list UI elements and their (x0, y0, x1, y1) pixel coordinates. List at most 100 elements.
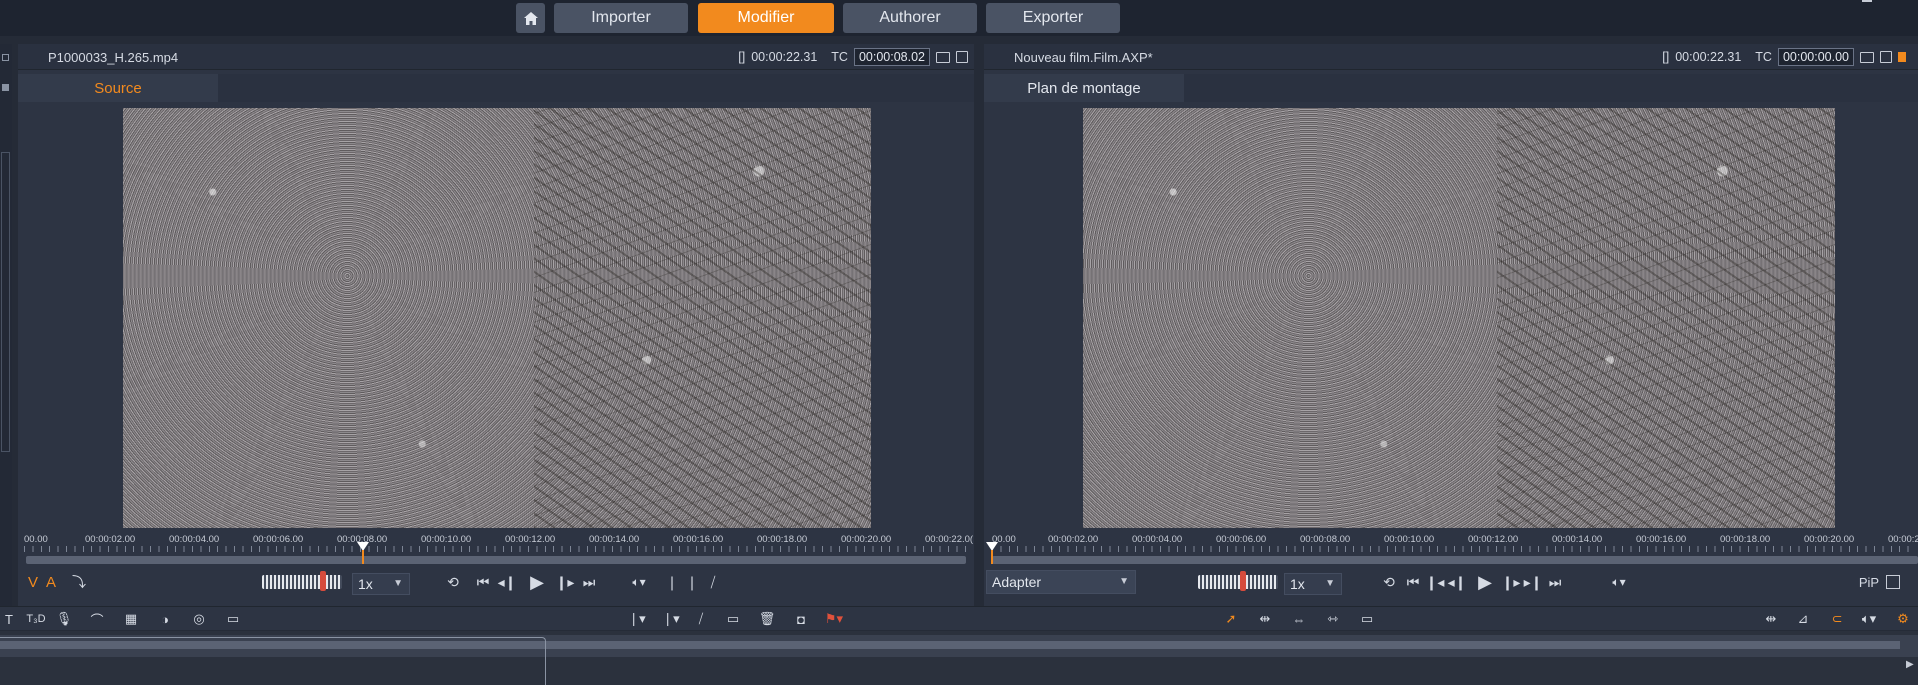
marker-in-dropdown-icon[interactable]: ❘▾ (626, 610, 648, 628)
previous-marker-icon[interactable]: ❙◂ (1426, 573, 1445, 591)
play-icon[interactable]: ▶ (1474, 571, 1496, 593)
marker-flag-icon[interactable]: ⚑▾ (822, 610, 846, 628)
home-button[interactable] (516, 3, 545, 33)
multicam-icon[interactable]: ▦ (122, 610, 140, 628)
mark-out-icon[interactable]: ❘ (684, 573, 700, 591)
ruler-label: 00:00:04.00 (169, 534, 220, 545)
previous-frame-icon[interactable]: ◂❙ (1448, 573, 1467, 591)
go-to-end-icon[interactable]: ⏭ (580, 573, 598, 591)
panel-toggle-icon[interactable] (2, 84, 9, 91)
blend-icon[interactable]: ◎ (190, 610, 208, 628)
source-speed-select[interactable]: 1x ▼ (352, 573, 410, 595)
ruler-label: 00:00:14.00 (589, 534, 640, 545)
expand-icon[interactable] (1886, 575, 1900, 589)
slide-icon[interactable]: ⇿ (1324, 610, 1342, 628)
source-scrubber-track[interactable] (26, 556, 966, 564)
source-timecode-field[interactable]: 00:00:08.02 (853, 48, 930, 66)
shuttle-handle[interactable] (320, 571, 326, 591)
next-frame-icon[interactable]: ❙▸ (556, 573, 575, 591)
ruler-label: 00:00:06.00 (1216, 534, 1267, 545)
shuttle-control[interactable] (1198, 575, 1278, 589)
next-marker-icon[interactable]: ▸❙ (1524, 573, 1543, 591)
speed-value: 1x (1290, 576, 1305, 592)
source-playhead-line (362, 550, 365, 564)
go-to-start-icon[interactable]: ⏮ (1404, 573, 1422, 591)
timeline-area[interactable]: ▶ (0, 631, 1918, 685)
audio-scrub-icon[interactable]: 🔈︎▾ (1858, 610, 1880, 628)
video-track-toggle[interactable]: V (26, 573, 40, 591)
audio-track-toggle[interactable]: A (44, 573, 58, 591)
slip-icon[interactable]: ⇔ (1290, 610, 1308, 628)
timeline-track-header[interactable] (0, 637, 546, 685)
panel-toggle-icon[interactable] (2, 54, 9, 61)
marker-out-dropdown-icon[interactable]: ❘▾ (660, 610, 682, 628)
volume-icon[interactable]: 🔈︎▾ (1604, 573, 1634, 591)
split-clip-icon[interactable]: ▭ (724, 610, 742, 628)
chevron-right-icon[interactable]: ▶ (1906, 659, 1914, 670)
snapshot-camera-icon[interactable]: ◘ (792, 610, 810, 628)
trim-icon[interactable]: ⊿ (1794, 610, 1812, 628)
program-timecode-field[interactable]: 00:00:00.00 (1777, 48, 1854, 66)
tab-authorer[interactable]: Authorer (843, 3, 977, 33)
loop-icon[interactable]: ⟲ (444, 573, 462, 591)
play-icon[interactable]: ▶ (526, 571, 548, 593)
source-player-panel: P1000033_H.265.mp4 [] 00:00:22.31 TC 00:… (18, 44, 974, 607)
shuttle-handle[interactable] (1240, 571, 1246, 591)
ruler-label: 00:00:04.00 (1132, 534, 1183, 545)
program-time-ruler[interactable]: 00.00 00:00:02.00 00:00:04.00 00:00:06.0… (992, 534, 1918, 558)
loop-icon[interactable]: ⟲ (1380, 573, 1398, 591)
title-tool[interactable]: T (2, 610, 16, 628)
tab-importer[interactable]: Importer (554, 3, 688, 33)
clear-marks-icon[interactable]: ⧸ (692, 610, 710, 628)
delete-icon[interactable]: 🗑︎ (758, 610, 776, 628)
fullscreen-icon[interactable] (1880, 51, 1892, 63)
source-duration: 00:00:22.31 (751, 50, 818, 64)
shuttle-control[interactable] (262, 575, 342, 589)
zoom-fit-icon[interactable]: ⇹ (1760, 610, 1782, 628)
fullscreen-icon[interactable] (956, 51, 968, 63)
smart-tools-icon[interactable]: ⚙︎ (1892, 610, 1914, 628)
speed-value: 1x (358, 576, 373, 592)
source-filename: P1000033_H.265.mp4 (48, 50, 179, 65)
chevron-down-icon: ▼ (393, 578, 403, 589)
ripple-icon[interactable]: ⇹ (1256, 610, 1274, 628)
undock-icon[interactable] (1860, 51, 1874, 63)
clear-marks-icon[interactable]: ⧸ (704, 573, 722, 591)
program-scrubber-track[interactable] (992, 556, 1918, 564)
vertical-scrollbar[interactable] (1, 152, 10, 452)
go-to-start-icon[interactable]: ⏮ (474, 573, 492, 591)
tab-plan-de-montage[interactable]: Plan de montage (984, 74, 1184, 102)
program-playhead-line (991, 550, 993, 564)
top-navigation-bar: Importer Modifier Authorer Exporter (0, 0, 1918, 36)
go-to-end-icon[interactable]: ⏭ (1546, 573, 1564, 591)
audio-ducking-icon[interactable]: ⌒ (88, 610, 106, 628)
magnet-snap-icon[interactable]: ⊂ (1826, 610, 1848, 628)
program-panel-header: Nouveau film.Film.AXP* [] 00:00:22.31 TC… (984, 44, 1918, 70)
ruler-label: 00:00:16.00 (673, 534, 724, 545)
color-correction-icon[interactable]: ◑ (156, 610, 174, 628)
send-to-timeline-icon[interactable]: ⤵ (70, 573, 88, 591)
title-3d-tool[interactable]: T₃D (26, 610, 46, 628)
tab-exporter[interactable]: Exporter (986, 3, 1120, 33)
tab-source[interactable]: Source (18, 74, 218, 102)
tab-modifier[interactable]: Modifier (698, 3, 834, 33)
stretch-icon[interactable]: ▭ (1358, 610, 1376, 628)
program-speed-select[interactable]: 1x ▼ (1284, 573, 1342, 595)
motion-tracking-icon[interactable]: ▭ (224, 610, 242, 628)
undock-icon[interactable] (936, 51, 950, 63)
tc-label: TC (831, 50, 848, 64)
next-frame-icon[interactable]: ❙▸ (1502, 573, 1521, 591)
pip-button[interactable]: PiP (1856, 573, 1882, 591)
previous-frame-icon[interactable]: ◂❙ (498, 573, 517, 591)
program-video-preview (1083, 108, 1835, 528)
voiceover-mic-icon[interactable]: 🎙︎ (56, 610, 73, 628)
window-minimize-button[interactable] (1862, 0, 1872, 2)
volume-icon[interactable]: 🔈︎▾ (624, 573, 654, 591)
source-timecode-area: [] 00:00:22.31 TC 00:00:08.02 (738, 48, 974, 66)
fit-mode-select[interactable]: Adapter ▼ (986, 570, 1136, 594)
ruler-label: 00:00:18.00 (1720, 534, 1771, 545)
selection-arrow-icon[interactable]: ➚ (1222, 610, 1240, 628)
ruler-label: 00:00:02.00 (1048, 534, 1099, 545)
source-time-ruler[interactable]: 00.00 00:00:02.00 00:00:04.00 00:00:06.0… (24, 534, 973, 558)
mark-in-icon[interactable]: ❘ (664, 573, 680, 591)
